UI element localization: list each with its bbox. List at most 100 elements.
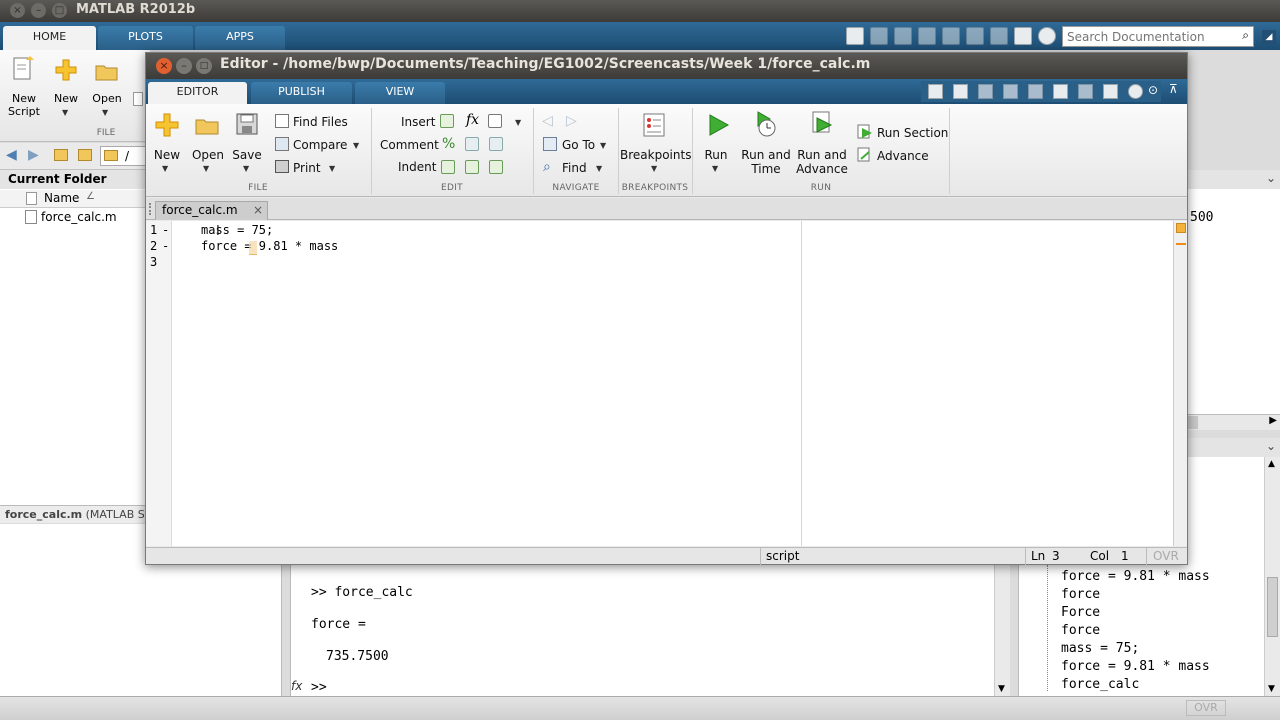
run-section-icon[interactable] [857,124,873,140]
quick-access-layout-icon[interactable] [1014,27,1032,45]
open-button[interactable]: Open [190,148,226,162]
new-button[interactable]: New [50,92,82,105]
run-and-advance-button[interactable]: Run and Advance [794,148,850,176]
advance-icon[interactable] [857,147,873,163]
save-icon[interactable] [235,112,259,136]
quick-access-paste-icon[interactable] [918,27,936,45]
editor-undo-icon[interactable] [1053,84,1068,99]
decrease-indent-icon[interactable] [489,160,503,174]
tab-publish[interactable]: PUBLISH [251,82,352,104]
name-column-header[interactable]: Name [44,191,79,205]
compare-button[interactable]: Compare [293,138,347,152]
breakpoints-icon[interactable] [642,112,666,138]
chevron-down-icon[interactable]: ▼ [515,118,521,127]
print-icon[interactable] [275,160,289,173]
find-files-button[interactable]: Find Files [293,115,348,129]
maximize-window-icon[interactable]: □ [52,3,67,18]
warning-marker[interactable] [1176,243,1186,245]
new-script-button[interactable]: New Script [4,92,44,118]
new-button[interactable]: New [150,148,184,162]
history-scrollbar[interactable]: ▲ ▼ [1264,457,1280,696]
browse-folder-icon[interactable] [78,149,92,161]
undock-icon[interactable]: ⊼ [1169,82,1178,96]
new-script-icon[interactable] [12,56,36,82]
history-item[interactable]: force_calc [1061,677,1139,692]
forward-arrow-icon[interactable]: ▷ [566,113,577,129]
search-documentation[interactable]: ⌕ [1062,26,1254,47]
breakpoint-marker[interactable]: - [162,223,169,237]
editor-copy-icon[interactable] [1003,84,1018,99]
chevron-down-icon[interactable]: ▼ [651,164,657,173]
run-and-time-button[interactable]: Run and Time [740,148,792,176]
run-icon[interactable] [705,112,731,138]
expand-toolstrip-icon[interactable]: ◢ [1262,30,1276,44]
panel-menu-icon[interactable]: ⌄ [1266,171,1276,185]
history-item[interactable]: force = 9.81 * mass [1061,659,1210,674]
uncomment-icon[interactable] [465,137,479,151]
wrap-comments-icon[interactable] [489,137,503,151]
history-item[interactable]: Force [1061,605,1100,620]
quick-access-cut-icon[interactable] [870,27,888,45]
panel-menu-icon[interactable]: ⌄ [1266,439,1276,453]
quick-access-undo-icon[interactable] [942,27,960,45]
run-section-button[interactable]: Run Section [877,126,948,140]
code-line[interactable]: mass = 75; [201,223,273,237]
chevron-down-icon[interactable]: ▼ [243,164,249,173]
open-folder-icon[interactable] [95,62,119,82]
history-item[interactable]: force = 9.81 * mass [1061,569,1210,584]
editor-paste-icon[interactable] [1028,84,1043,99]
maximize-editor-icon[interactable]: □ [196,58,212,74]
scroll-down-icon[interactable]: ▼ [998,684,1005,694]
list-item[interactable]: force_calc.m [0,208,150,227]
workspace-horizontal-scrollbar[interactable]: ▶ [1188,414,1280,430]
save-button[interactable]: Save [230,148,264,162]
compare-icon[interactable] [275,137,289,151]
close-window-icon[interactable]: × [10,3,25,18]
back-arrow-icon[interactable]: ◁ [542,113,553,129]
find-icon[interactable]: ⌕ [543,159,551,175]
tab-home[interactable]: HOME [3,26,96,50]
minimize-editor-icon[interactable]: – [176,58,192,74]
editor-options-icon[interactable]: ⊙ [1148,83,1158,97]
forward-arrow-icon[interactable]: ▶ [28,147,39,163]
search-input[interactable] [1063,27,1233,46]
history-item[interactable]: mass = 75; [1061,641,1139,656]
close-tab-icon[interactable]: × [253,202,263,219]
command-prompt[interactable]: >> [311,680,327,695]
function-browser-icon[interactable]: fx [291,679,302,693]
history-item[interactable]: force [1061,623,1100,638]
scroll-up-icon[interactable]: ▲ [1268,459,1275,469]
run-and-advance-icon[interactable] [809,110,837,138]
command-window[interactable]: >> force_calc force = 735.7500 fx >> [290,565,1010,696]
chevron-down-icon[interactable]: ▼ [203,164,209,173]
scroll-down-icon[interactable]: ▼ [1268,684,1275,694]
breakpoint-marker[interactable]: - [162,239,169,253]
insert-section-icon[interactable] [440,114,454,128]
open-folder-icon[interactable] [195,116,221,136]
editor-save-all-icon[interactable] [953,84,968,99]
find-files-icon[interactable] [275,114,289,128]
breakpoints-button[interactable]: Breakpoints [620,148,691,162]
find-button[interactable]: Find [562,161,587,175]
code-editor[interactable]: mass = 75; force = 9.81 * mass I [146,221,1173,546]
quick-access-copy-icon[interactable] [894,27,912,45]
comment-icon[interactable]: % [442,136,455,152]
run-and-time-icon[interactable] [752,110,780,138]
close-editor-icon[interactable]: × [156,58,172,74]
run-button[interactable]: Run [698,148,734,162]
chevron-down-icon[interactable]: ▼ [596,164,602,173]
chevron-down-icon[interactable]: ▼ [62,108,68,117]
editor-cut-icon[interactable] [978,84,993,99]
advance-button[interactable]: Advance [877,149,929,163]
editor-help-icon[interactable] [1128,84,1143,99]
history-item[interactable]: force [1061,587,1100,602]
open-button[interactable]: Open [88,92,126,105]
go-to-button[interactable]: Go To [562,138,595,152]
scroll-right-icon[interactable]: ▶ [1269,415,1277,426]
file-tab-force-calc[interactable]: force_calc.m × [155,201,268,220]
code-line[interactable]: force = 9.81 * mass [201,239,338,253]
tab-apps[interactable]: APPS [195,26,285,50]
go-to-icon[interactable] [543,137,557,151]
help-icon[interactable] [1038,27,1056,45]
editor-layout-icon[interactable] [1103,84,1118,99]
